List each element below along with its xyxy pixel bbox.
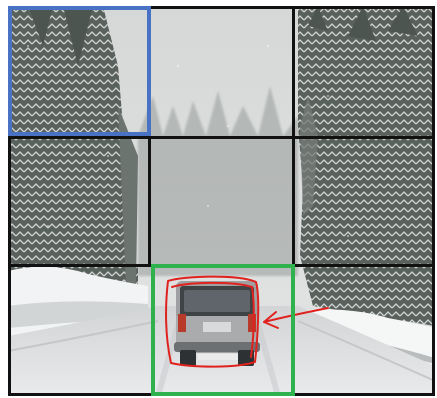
tile-r1-c2[interactable] (151, 6, 295, 136)
tile-r1-c1[interactable] (8, 6, 151, 136)
tile-r3-c2[interactable] (151, 264, 295, 396)
tile-grid (8, 6, 435, 396)
tile-r3-c3[interactable] (295, 264, 435, 396)
tile-r2-c1[interactable] (8, 136, 151, 264)
tile-r1-c3[interactable] (295, 6, 435, 136)
tile-r2-c2[interactable] (151, 136, 295, 264)
tile-r3-c1[interactable] (8, 264, 151, 396)
tile-r2-c3[interactable] (295, 136, 435, 264)
captcha-image-grid (8, 6, 435, 396)
